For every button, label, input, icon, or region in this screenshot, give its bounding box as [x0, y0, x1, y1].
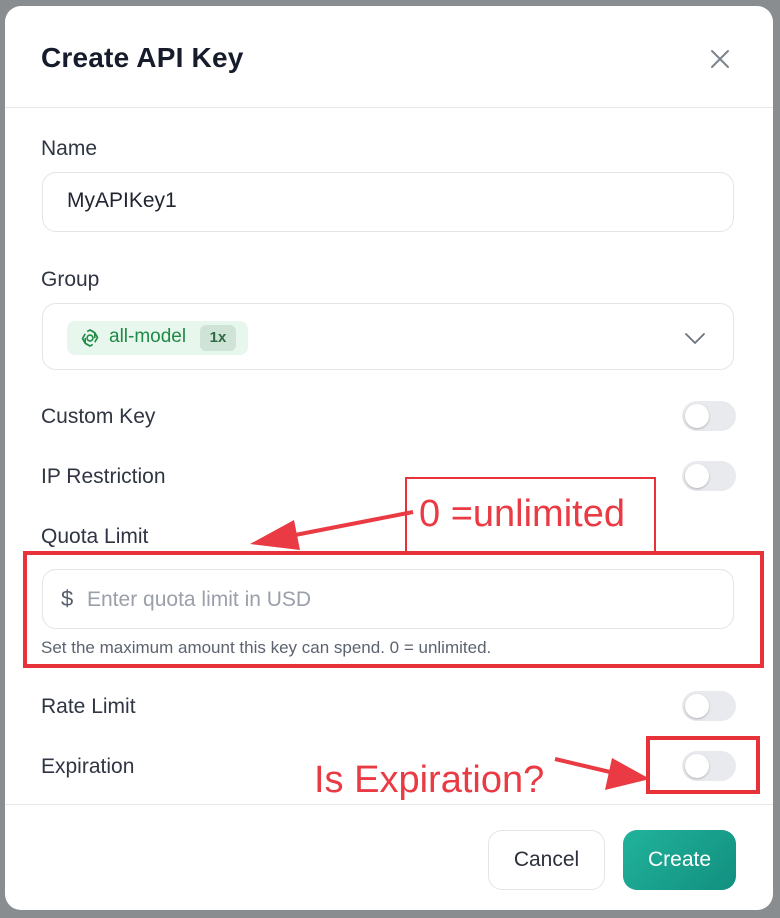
dialog-title: Create API Key	[41, 42, 244, 73]
chevron-down-icon	[685, 333, 705, 344]
toggle-knob	[685, 464, 709, 488]
custom-key-label: Custom Key	[41, 405, 156, 428]
dialog-footer: Cancel Create	[5, 804, 773, 910]
dialog-header: Create API Key	[5, 6, 773, 108]
quota-limit-label: Quota Limit	[41, 525, 149, 548]
quota-annotation-text: 0 =unlimited	[419, 493, 625, 535]
rate-limit-label: Rate Limit	[41, 695, 136, 718]
quota-highlight-box	[23, 551, 764, 668]
name-input-value: MyAPIKey1	[67, 189, 177, 212]
close-button[interactable]	[705, 44, 735, 74]
create-button[interactable]: Create	[623, 830, 736, 890]
name-input[interactable]: MyAPIKey1	[42, 172, 734, 232]
toggle-knob	[685, 694, 709, 718]
ip-restriction-label: IP Restriction	[41, 465, 166, 488]
expiration-highlight-box	[646, 736, 760, 794]
rate-limit-toggle[interactable]	[682, 691, 736, 721]
cancel-button[interactable]: Cancel	[488, 830, 605, 890]
ip-restriction-toggle[interactable]	[682, 461, 736, 491]
group-label: Group	[41, 268, 100, 291]
close-icon	[711, 50, 729, 68]
openai-logo-icon	[81, 329, 99, 347]
group-tag-label: all-model	[109, 326, 187, 347]
group-tag: all-model 1x	[67, 321, 248, 355]
group-multiplier-badge: 1x	[200, 325, 236, 351]
group-select[interactable]: all-model 1x	[42, 303, 734, 370]
custom-key-toggle[interactable]	[682, 401, 736, 431]
expiration-label: Expiration	[41, 755, 135, 778]
toggle-knob	[685, 404, 709, 428]
expiration-annotation-text: Is Expiration?	[314, 759, 545, 801]
name-label: Name	[41, 137, 98, 160]
